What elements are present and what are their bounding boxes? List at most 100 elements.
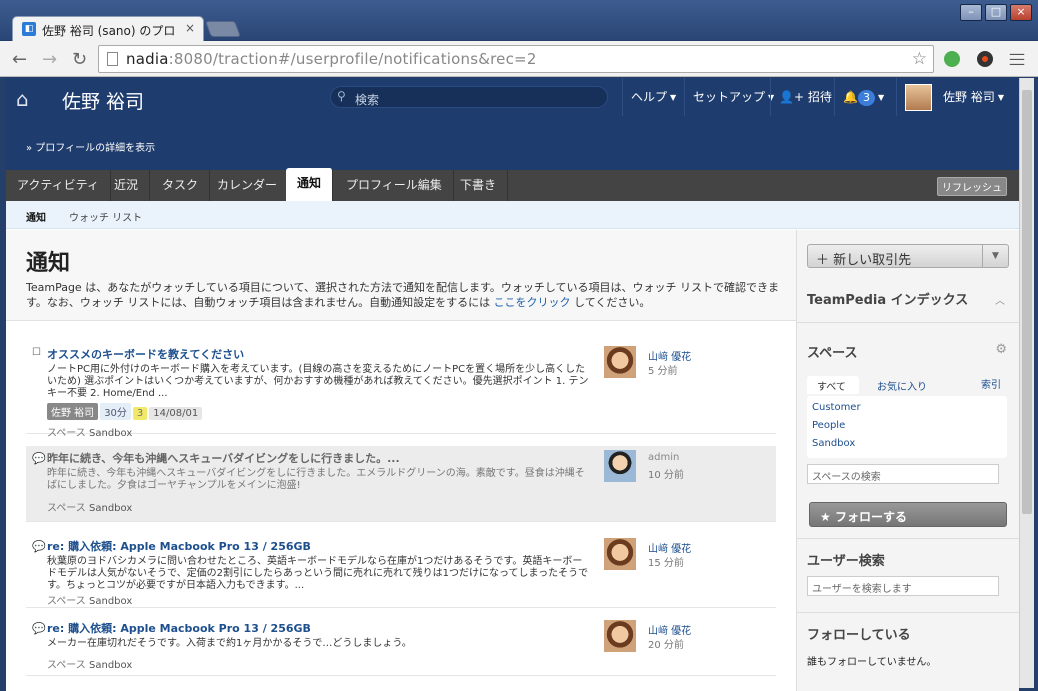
subtab-notifications[interactable]: 通知 [26,209,46,224]
tag-duration: 30分 [100,403,131,420]
tab-tasks[interactable]: タスク [151,170,211,201]
settings-link[interactable]: ここをクリック [494,296,571,309]
back-icon[interactable]: ← [12,49,27,70]
item-title[interactable]: re: 購入依頼: Apple Macbook Pro 13 / 256GB [47,620,311,636]
list-item[interactable]: ☐ オススメのキーボードを教えてください ノートPC用に外付けのキーボード購入を… [26,342,776,439]
sidebar: ＋ 新しい取引先 ▼ TeamPedia インデックス ︿ スペース ⚙ すべて… [796,230,1019,691]
tab-spaces-index[interactable]: 索引 [981,376,1001,391]
comment-icon: 💬 [32,622,46,635]
item-space: スペース Sandbox [47,428,133,439]
checkbox-icon[interactable]: ☐ [32,347,41,358]
tab-status[interactable]: 近況 [103,170,151,201]
new-tab-button[interactable] [205,21,241,37]
close-window-button[interactable]: × [1010,4,1032,21]
list-item[interactable]: 💬 昨年に続き、今年も沖縄へスキューバダイビングをしに行きました。... 昨年に… [26,446,776,522]
chevron-down-icon: ▼ [997,92,1004,102]
intro-text: TeamPage は、あなたがウォッチしている項目について、選択された方法で通知… [26,281,780,309]
item-author[interactable]: 山﨑 優花 [648,622,691,637]
avatar[interactable] [604,346,636,378]
search-icon: ⚲ [337,89,346,103]
app-header: ⌂ 佐野 裕司 ⚲ 検索 ヘルプ ▼ セットアップ ▼ 👤+ 招待 🔔 3 ▼ 佐野 裕… [6,78,1019,170]
tab-spaces-favorites[interactable]: お気に入り [877,376,927,393]
sub-tabs: 通知 ウォッチ リスト [6,201,1019,229]
home-icon[interactable]: ⌂ [16,87,29,111]
list-item[interactable]: 💬 re: 購入依頼: Apple Macbook Pro 13 / 256GB… [26,534,776,608]
browser-window: ◧ 佐野 裕司 (sano) のプロ × – □ × ← → ↻ nadia:8… [0,0,1038,691]
browser-tab[interactable]: ◧ 佐野 裕司 (sano) のプロ × [12,16,204,42]
tab-calendar[interactable]: カレンダー [206,170,290,201]
item-author[interactable]: 山﨑 優花 [648,540,691,555]
divider [797,322,1019,323]
url-text[interactable]: nadia:8080/traction#/userprofile/notific… [126,50,537,68]
teampage-favicon-icon: ◧ [22,22,36,36]
chevron-down-icon[interactable]: ▼ [982,245,1008,267]
space-link-sandbox[interactable]: Sandbox [812,438,855,449]
spaces-tabs: すべて お気に入り 索引 [807,376,1007,394]
bookmark-star-icon[interactable]: ☆ [912,49,927,69]
page-scrollbar[interactable] [1019,78,1034,688]
space-link-customer[interactable]: Customer [812,402,861,413]
chevron-up-icon[interactable]: ︿ [995,292,1005,307]
bell-icon: 🔔 [843,90,858,104]
search-input[interactable]: ⚲ 検索 [330,86,608,108]
tab-spaces-all[interactable]: すべて [807,376,859,394]
following-empty-text: 誰もフォローしていません。 [807,657,937,668]
item-author[interactable]: admin [648,452,679,463]
follow-button[interactable]: ★ フォローする [809,502,1007,527]
notifications-menu[interactable]: 🔔 3 ▼ [834,78,892,116]
item-title[interactable]: 昨年に続き、今年も沖縄へスキューバダイビングをしに行きました。... [47,450,400,466]
close-tab-icon[interactable]: × [185,21,195,35]
list-item[interactable]: 💬 re: 購入依頼: Apple Macbook Pro 13 / 256GB… [26,616,776,676]
item-space: スペース Sandbox [47,660,133,671]
teampedia-title[interactable]: TeamPedia インデックス [807,289,968,308]
avatar[interactable] [905,84,932,111]
star-icon: ★ [820,510,831,524]
extension-eye-icon[interactable] [977,51,993,67]
tab-notifications[interactable]: 通知 [286,168,334,201]
invite-button[interactable]: 👤+ 招待 [770,78,840,116]
chevron-down-icon: ▼ [877,92,885,102]
minimize-button[interactable]: – [960,4,982,21]
avatar[interactable] [604,620,636,652]
forward-icon[interactable]: → [42,49,57,70]
help-menu[interactable]: ヘルプ ▼ [622,78,684,116]
profile-user-name: 佐野 裕司 [62,91,145,113]
item-title[interactable]: オススメのキーボードを教えてください [47,346,244,362]
page-icon [107,52,118,66]
avatar[interactable] [604,538,636,570]
item-space: スペース Sandbox [47,503,133,514]
spaces-title: スペース [807,346,858,361]
add-user-icon: 👤+ [779,90,804,104]
page-title: 通知 [26,251,71,276]
tab-activity[interactable]: アクティビティ [6,170,111,201]
item-body: 昨年に続き、今年も沖縄へスキューバダイビングをしに行きました。エメラルドグリーン… [47,468,585,491]
user-search-input[interactable]: ユーザーを検索します [807,576,999,596]
tab-profile-edit[interactable]: プロフィール編集 [335,170,454,201]
tab-title: 佐野 裕司 (sano) のプロ [42,24,176,38]
item-author[interactable]: 山﨑 優花 [648,348,691,363]
address-bar[interactable]: nadia:8080/traction#/userprofile/notific… [98,45,934,73]
setup-menu[interactable]: セットアップ ▼ [684,78,782,116]
subtab-watch-list[interactable]: ウォッチ リスト [69,209,142,224]
space-link-people[interactable]: People [812,420,845,431]
maximize-button[interactable]: □ [985,4,1007,21]
profile-details-link[interactable]: » プロフィールの詳細を表示 [26,139,155,154]
tag-priority: 3 [132,407,148,420]
item-time: 15 分前 [648,558,684,569]
refresh-button[interactable]: リフレッシュ [937,177,1007,196]
scrollbar-thumb[interactable] [1022,90,1032,514]
new-account-button[interactable]: ＋ 新しい取引先 ▼ [807,244,1009,268]
extension-green-icon[interactable] [944,51,960,67]
reload-icon[interactable]: ↻ [72,49,87,70]
search-placeholder: 検索 [355,93,380,107]
main-content: 通知 TeamPage は、あなたがウォッチしている項目について、選択された方法… [6,230,796,691]
nav-tabs: アクティビティ 近況 タスク カレンダー 通知 プロフィール編集 下書き リフレ… [6,168,1019,201]
avatar[interactable] [604,450,636,482]
space-search-input[interactable]: スペースの検索 [807,464,999,484]
tag-owner: 佐野 裕司 [47,403,99,420]
tab-drafts[interactable]: 下書き [449,170,509,201]
following-title: フォローしている [807,628,911,643]
gear-icon[interactable]: ⚙ [995,342,1007,357]
item-title[interactable]: re: 購入依頼: Apple Macbook Pro 13 / 256GB [47,538,311,554]
browser-menu-icon[interactable]: — — — [1009,46,1025,72]
